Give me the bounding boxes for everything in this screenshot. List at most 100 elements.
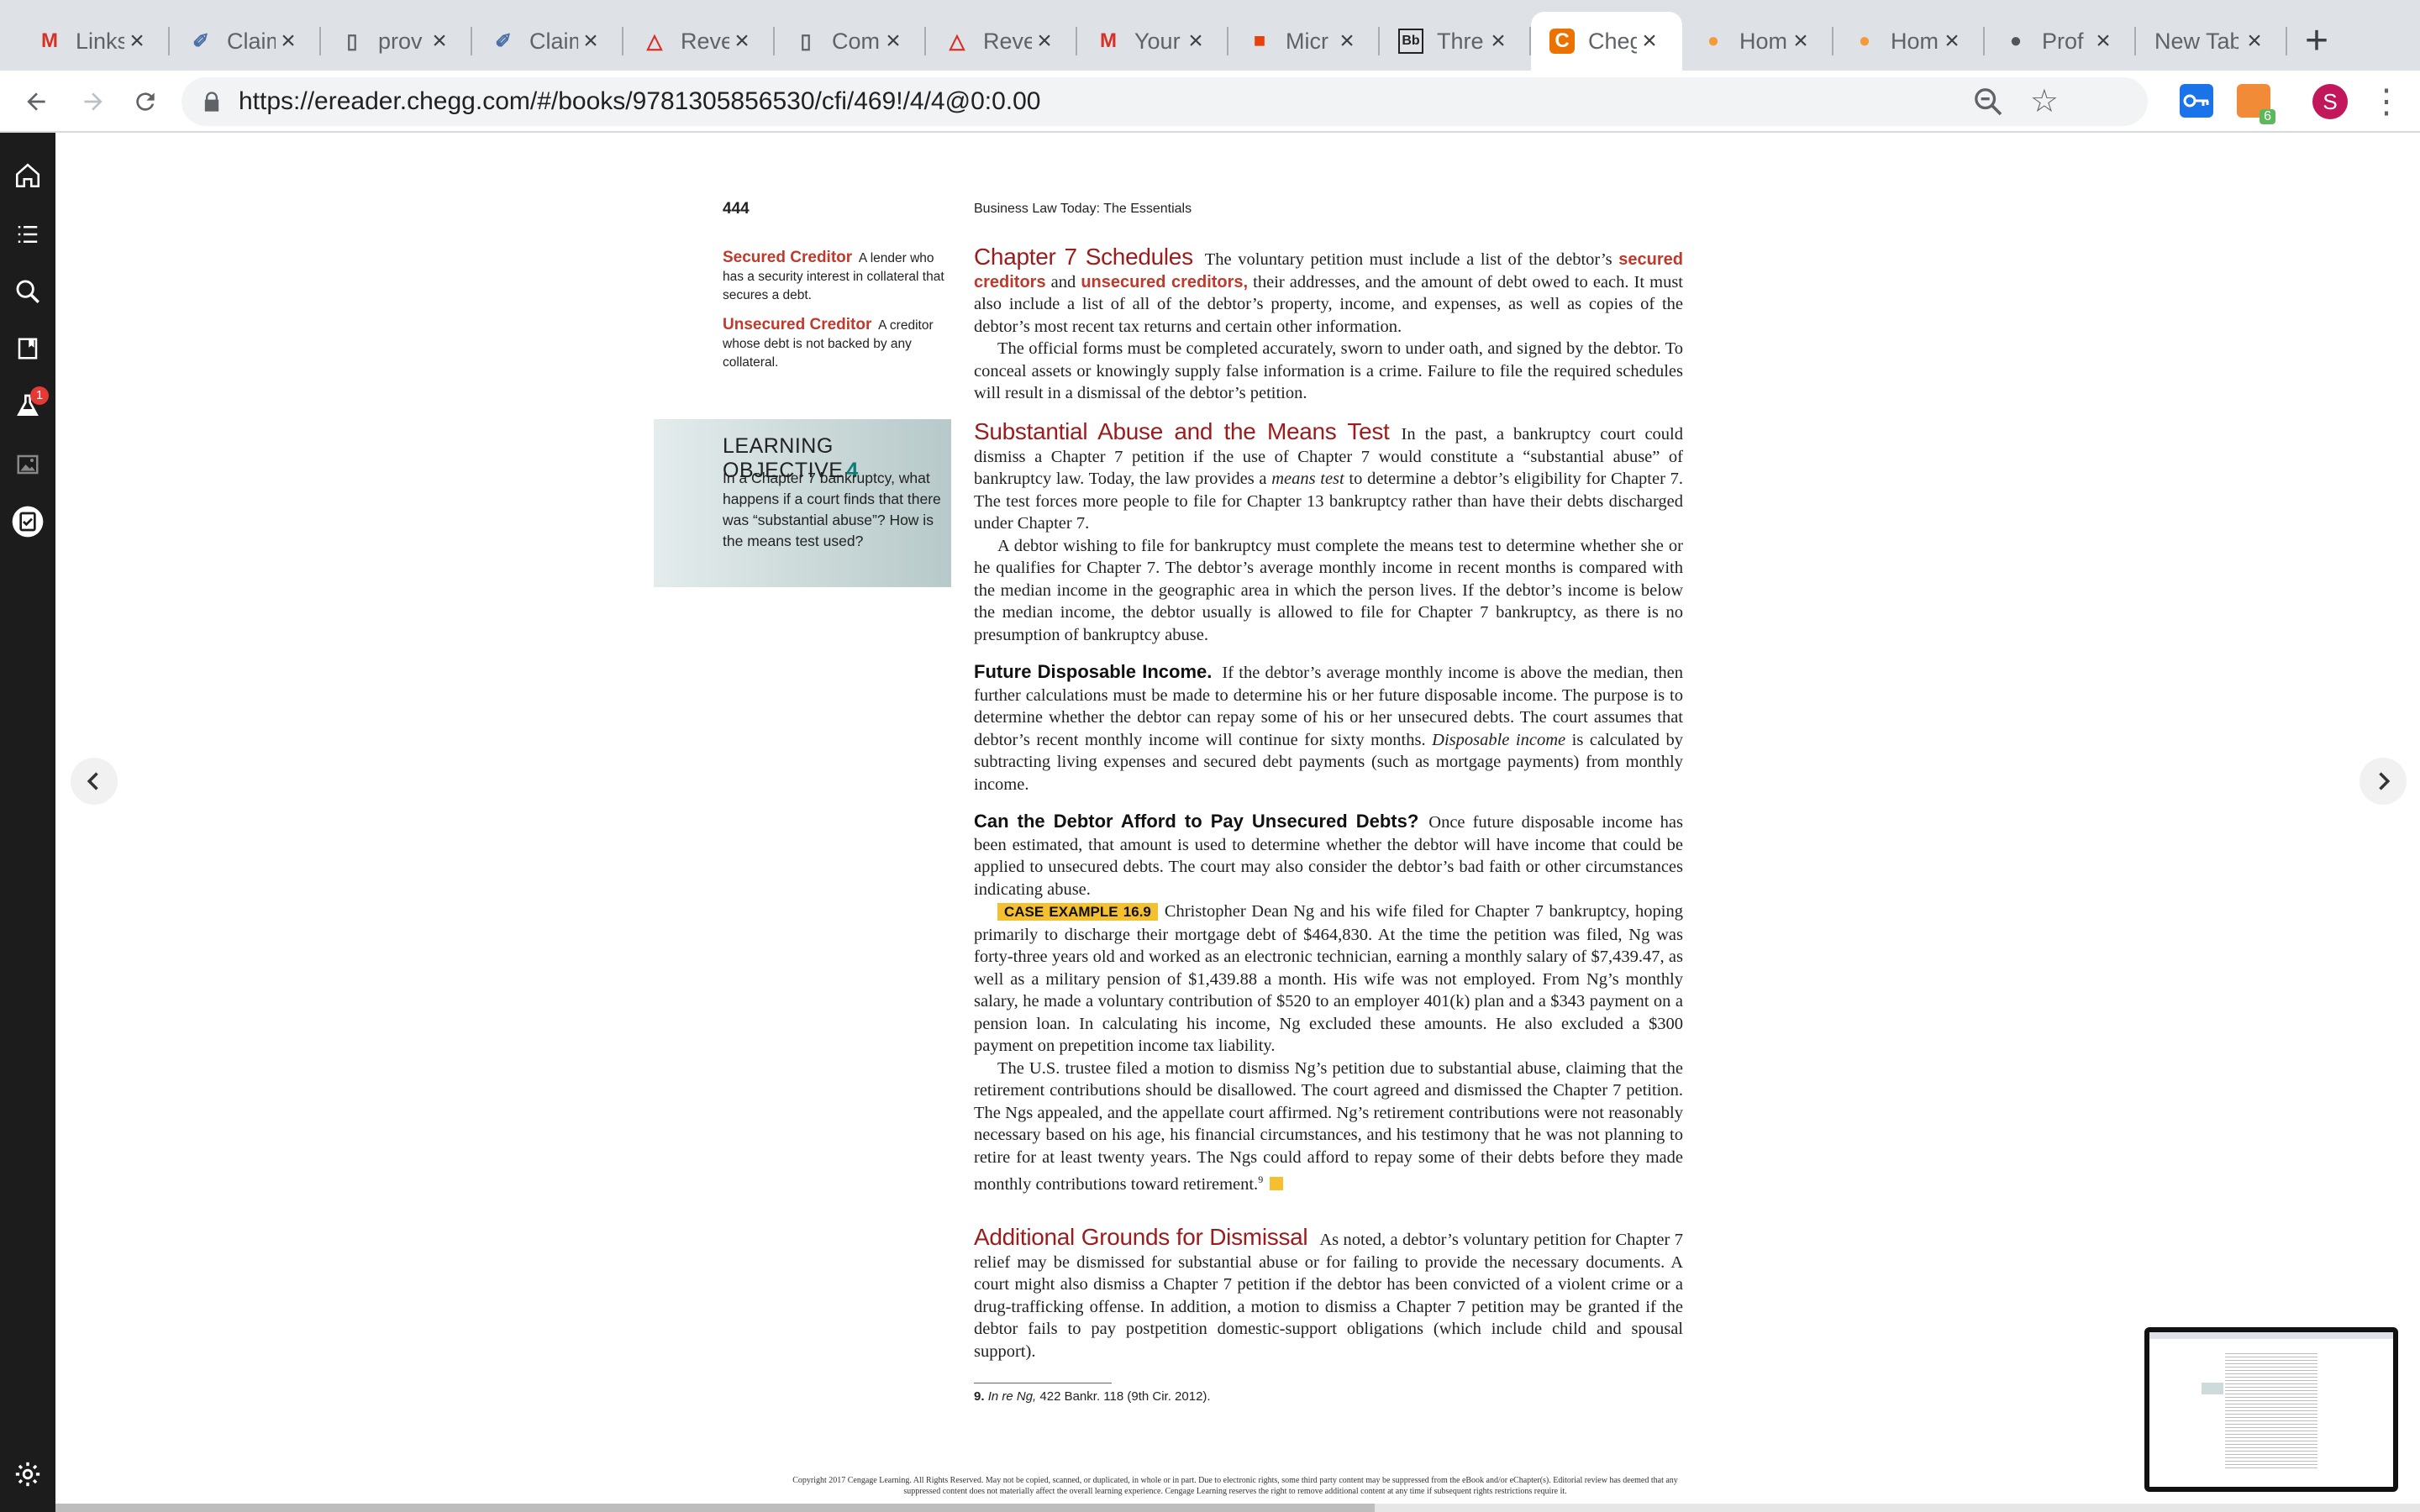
glossary-unsecured-creditor: Unsecured Creditor A creditor whose debt… bbox=[723, 316, 950, 372]
browser-toolbar: https://ereader.chegg.com/#/books/978130… bbox=[0, 71, 2420, 133]
tab-title: Claim bbox=[227, 28, 276, 54]
section-future-disposable-income: Future Disposable Income. If the debtor’s… bbox=[974, 661, 1683, 795]
address-bar[interactable]: https://ereader.chegg.com/#/books/978130… bbox=[182, 77, 2148, 126]
lock-icon bbox=[204, 92, 219, 112]
learning-objective-box: LEARNING OBJECTIVE 4 In a Chapter 7 bankr… bbox=[654, 419, 951, 587]
tab-close-icon[interactable]: × bbox=[1788, 29, 1813, 54]
reader-sidebar: 1 bbox=[0, 133, 55, 1512]
apple-icon: ● bbox=[2009, 29, 2023, 52]
tab-title: Prof bbox=[2042, 28, 2084, 54]
emphasis-term: means test bbox=[1271, 470, 1344, 488]
browser-tab[interactable]: C Cheg × bbox=[1531, 12, 1682, 71]
browser-tab[interactable]: △ Reve × bbox=[623, 12, 775, 71]
paragraph: The U.S. trustee filed a motion to dismi… bbox=[974, 1058, 1683, 1194]
extension-badge: 6 bbox=[2260, 109, 2275, 124]
footnote-reference[interactable]: 9 bbox=[1258, 1173, 1263, 1185]
tab-close-icon[interactable]: × bbox=[881, 29, 906, 54]
tab-title: Micr bbox=[1286, 28, 1328, 54]
browser-tab[interactable]: M Links × bbox=[18, 12, 170, 71]
screen-thumbnail-preview[interactable] bbox=[2144, 1327, 2398, 1492]
tab-close-icon[interactable]: × bbox=[2242, 29, 2267, 54]
tab-close-icon[interactable]: × bbox=[1334, 29, 1360, 54]
extension-notification-icon[interactable]: 6 bbox=[2237, 84, 2275, 124]
case-example-text: Christopher Dean Ng and his wife filed f… bbox=[974, 902, 1683, 1055]
thumbnail-page-preview bbox=[2149, 1332, 2393, 1487]
browser-tab[interactable]: ■ Micr × bbox=[1228, 12, 1380, 71]
checklist-icon[interactable] bbox=[7, 501, 49, 543]
tab-close-icon[interactable]: × bbox=[1183, 29, 1208, 54]
home-icon[interactable] bbox=[7, 155, 49, 197]
new-tab-button[interactable]: + bbox=[2294, 18, 2339, 64]
tab-title: Reve bbox=[983, 28, 1032, 54]
scrollbar-thumb[interactable] bbox=[55, 1504, 1375, 1512]
tab-close-icon[interactable]: × bbox=[1032, 29, 1057, 54]
tab-title: New Tab bbox=[2154, 28, 2238, 54]
search-icon[interactable] bbox=[7, 270, 49, 312]
browser-tab[interactable]: Bb Thre × bbox=[1380, 12, 1531, 71]
tab-close-icon[interactable]: × bbox=[124, 29, 150, 54]
paragraph: A debtor wishing to file for bankruptcy … bbox=[974, 536, 1683, 644]
browser-tab[interactable]: ● Hom × bbox=[1682, 12, 1833, 71]
browser-tab[interactable]: ✐ Claim × bbox=[170, 12, 321, 71]
link-icon: ✐ bbox=[192, 29, 210, 53]
bookmark-star-icon[interactable]: ☆ bbox=[2030, 83, 2059, 120]
browser-tab[interactable]: ✐ Claim × bbox=[472, 12, 623, 71]
reload-button[interactable] bbox=[123, 79, 168, 124]
browser-tab[interactable]: M Your × bbox=[1077, 12, 1228, 71]
horizontal-scrollbar[interactable] bbox=[55, 1504, 2420, 1512]
section-heading: Substantial Abuse and the Means Test bbox=[974, 418, 1390, 444]
case-end-marker bbox=[1270, 1176, 1284, 1190]
warning-triangle-icon: △ bbox=[949, 29, 965, 53]
document-icon: ▯ bbox=[800, 29, 812, 53]
tab-separator bbox=[2286, 27, 2287, 55]
forward-button[interactable] bbox=[71, 79, 116, 124]
tab-close-icon[interactable]: × bbox=[578, 29, 603, 54]
tab-close-icon[interactable]: × bbox=[427, 29, 452, 54]
footnote-citation: 422 Bankr. 118 (9th Cir. 2012). bbox=[1036, 1389, 1211, 1404]
zoom-out-icon[interactable] bbox=[1971, 85, 2005, 118]
section-heading: Chapter 7 Schedules bbox=[974, 244, 1193, 270]
flask-icon[interactable]: 1 bbox=[7, 385, 49, 427]
orange-circle-icon: ● bbox=[1858, 29, 1871, 52]
tab-title: prov bbox=[378, 28, 423, 54]
link-icon: ✐ bbox=[494, 29, 513, 53]
previous-page-button[interactable] bbox=[71, 758, 118, 805]
browser-tab[interactable]: ▯ Com × bbox=[775, 12, 926, 71]
tab-close-icon[interactable]: × bbox=[1486, 29, 1511, 54]
profile-avatar[interactable]: S bbox=[2312, 84, 2348, 119]
tab-title: Cheg bbox=[1588, 28, 1637, 54]
tab-title: Hom bbox=[1739, 28, 1788, 54]
tab-close-icon[interactable]: × bbox=[1637, 29, 1662, 54]
section-chapter7-schedules: Chapter 7 Schedules The voluntary petitio… bbox=[974, 244, 1683, 405]
gear-icon[interactable] bbox=[7, 1453, 49, 1495]
subsection-heading: Can the Debtor Afford to Pay Unsecured D… bbox=[974, 811, 1419, 832]
browser-tab[interactable]: ● Prof × bbox=[1985, 12, 2136, 71]
browser-tab[interactable]: ● Hom × bbox=[1833, 12, 1985, 71]
tab-close-icon[interactable]: × bbox=[276, 29, 301, 54]
next-page-button[interactable] bbox=[2360, 758, 2407, 805]
back-button[interactable] bbox=[13, 79, 59, 124]
tab-title: Thre bbox=[1437, 28, 1484, 54]
glossary-term: Secured Creditor bbox=[723, 249, 853, 266]
tab-close-icon[interactable]: × bbox=[1939, 29, 1965, 54]
browser-tab[interactable]: ▯ prov × bbox=[321, 12, 472, 71]
browser-tab[interactable]: New Tab × bbox=[2136, 12, 2287, 71]
orange-circle-icon: ● bbox=[1707, 29, 1720, 52]
browser-tab[interactable]: △ Reve × bbox=[926, 12, 1077, 71]
bookmark-icon[interactable] bbox=[7, 328, 49, 370]
reload-icon bbox=[136, 92, 155, 111]
flask-badge: 1 bbox=[30, 386, 49, 405]
body-text: The voluntary petition must include a li… bbox=[1204, 250, 1619, 269]
contents-list-icon[interactable] bbox=[7, 213, 49, 255]
extension-key-icon[interactable] bbox=[2180, 84, 2213, 118]
tab-close-icon[interactable]: × bbox=[2091, 29, 2116, 54]
browser-menu-icon[interactable]: ⋮ bbox=[2370, 82, 2403, 121]
case-example-label: CASE EXAMPLE 16.9 bbox=[997, 903, 1158, 921]
tab-close-icon[interactable]: × bbox=[729, 29, 755, 54]
image-icon[interactable] bbox=[7, 444, 49, 486]
glossary-term: Unsecured Creditor bbox=[723, 316, 872, 333]
key-term-unsecured[interactable]: unsecured creditors, bbox=[1081, 273, 1248, 291]
browser-tab-strip: M Links × ✐ Claim × ▯ prov × ✐ Claim × △ Reve × ▯ Com × △ R… bbox=[0, 0, 2420, 71]
gmail-icon: M bbox=[41, 29, 58, 52]
section-afford-unsecured-debts: Can the Debtor Afford to Pay Unsecured D… bbox=[974, 811, 1683, 1195]
